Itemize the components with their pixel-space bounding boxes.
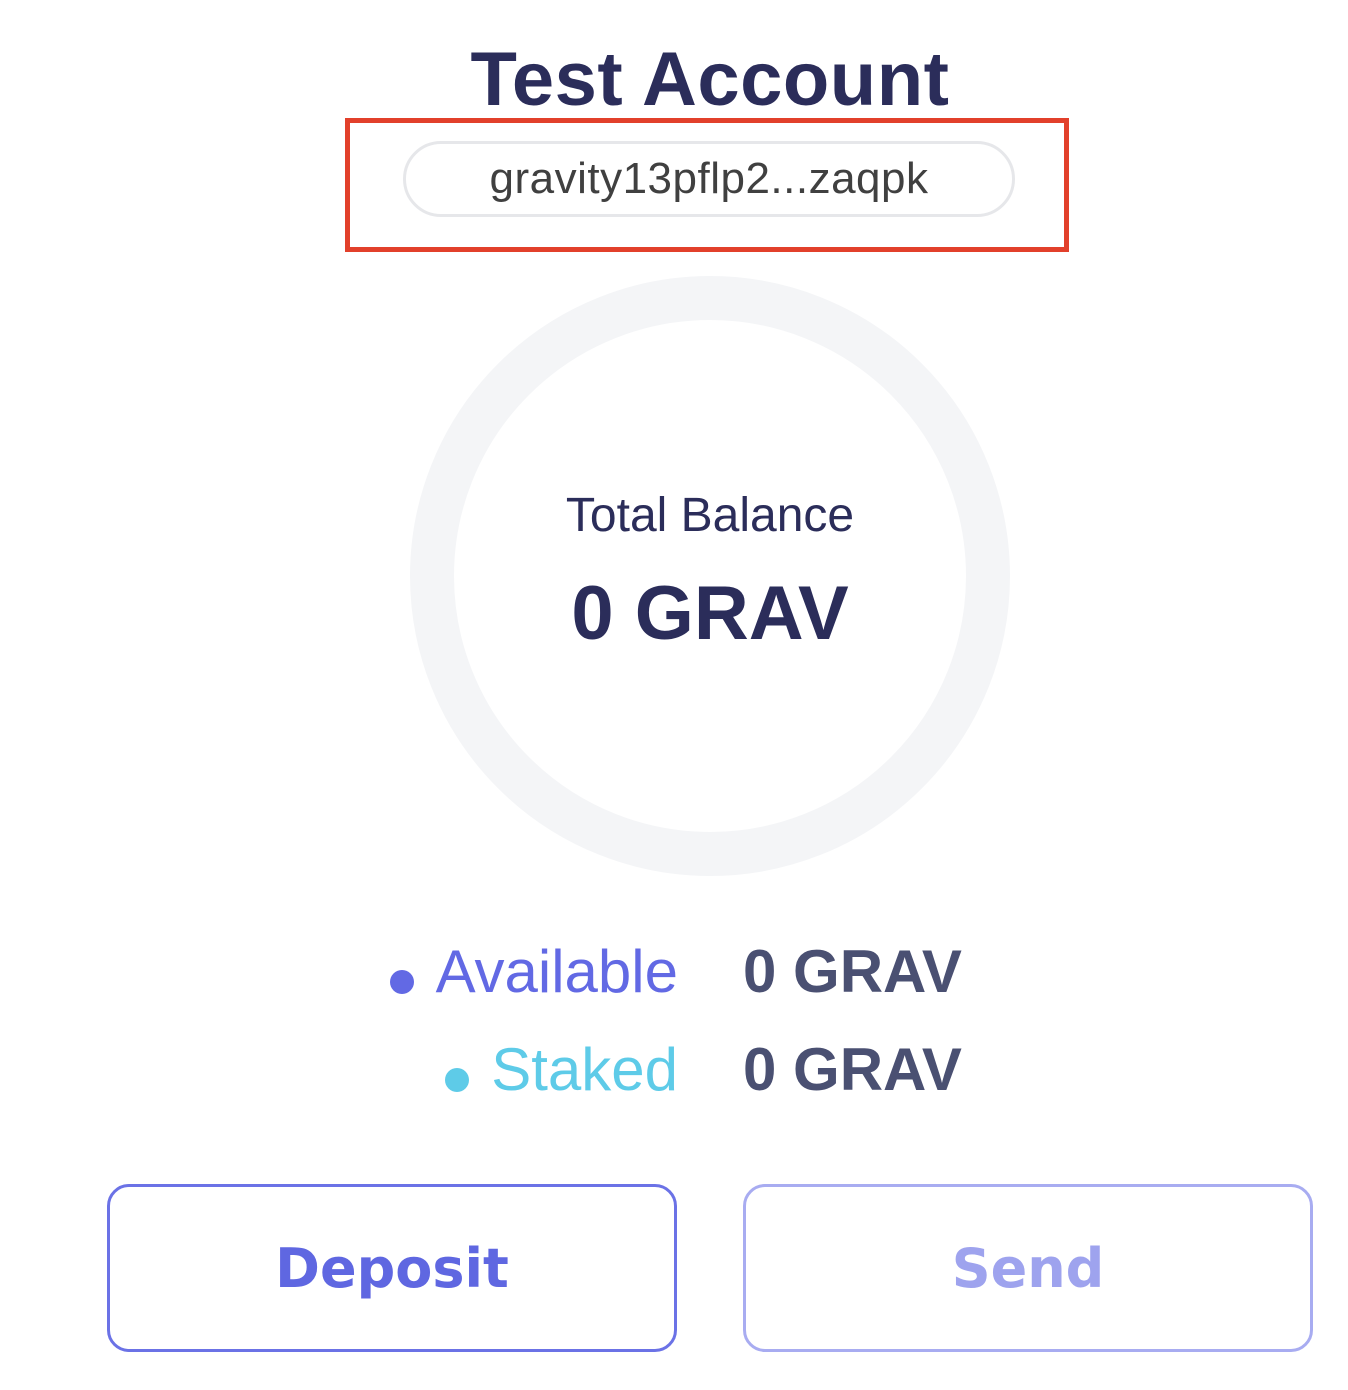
available-value: 0 GRAV — [743, 938, 962, 1005]
total-balance-label: Total Balance — [565, 489, 855, 542]
legend-label-staked: Staked — [445, 1030, 678, 1110]
account-name: Test Account — [470, 37, 950, 122]
legend-row-available: Available 0 GRAV — [0, 932, 1348, 1012]
account-address-text: gravity13pflp2...zaqpk — [489, 154, 929, 203]
available-dot-icon — [389, 970, 414, 995]
legend-label-available: Available — [389, 932, 678, 1012]
send-button[interactable]: Send — [743, 1184, 1313, 1352]
legend-row-staked: Staked 0 GRAV — [0, 1030, 1348, 1110]
account-address-pill[interactable]: gravity13pflp2...zaqpk — [403, 141, 1015, 217]
total-balance-value: 0 GRAV — [571, 571, 849, 656]
deposit-button[interactable]: Deposit — [107, 1184, 677, 1352]
staked-dot-icon — [445, 1068, 470, 1093]
available-label-text: Available — [435, 938, 678, 1005]
staked-label-text: Staked — [491, 1036, 678, 1103]
staked-value: 0 GRAV — [743, 1036, 962, 1103]
